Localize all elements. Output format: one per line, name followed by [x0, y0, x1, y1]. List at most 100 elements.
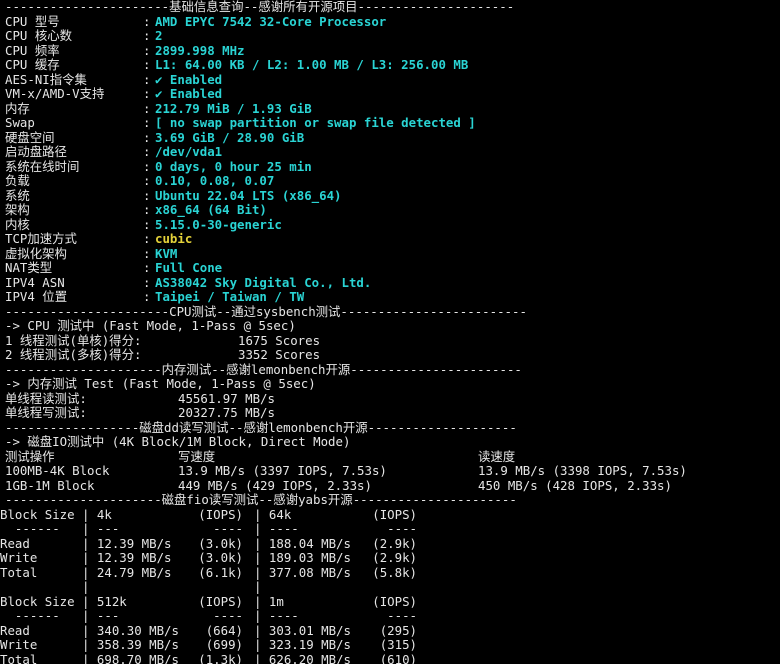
dd-op: 100MB-4K Block — [5, 463, 110, 478]
fio-cell: (IOPS) — [198, 506, 243, 522]
info-label: 启动盘路径 — [5, 144, 67, 159]
fio-row: Write | 12.39 MB/s (3.0k) | 189.03 MB/s (2.9… — [0, 550, 780, 566]
fio-cell: (3.0k) — [198, 550, 243, 565]
fio-cell: (6.1k) — [198, 564, 243, 580]
info-value: x86_64 (64 Bit) — [155, 202, 267, 217]
info-label: 虚拟化架构 — [5, 245, 67, 261]
info-label: CPU 型号 — [5, 13, 60, 29]
fio-row: ------ | --- ---- | ---- ---- — [0, 608, 780, 624]
cpu-score-row: 1 线程测试(单核)得分: 1675 Scores — [0, 332, 780, 349]
fio-cell: (2.9k) — [372, 550, 417, 565]
info-value: 0.10, 0.08, 0.07 — [155, 173, 275, 188]
fio-cell: | 340.30 MB/s — [82, 622, 179, 638]
cpu-score-label: 2 线程测试(多核)得分: — [5, 347, 142, 362]
header-text: ----------------------CPU测试--通过sysbench测… — [5, 303, 527, 319]
fio-cell: (IOPS) — [198, 593, 243, 609]
info-separator: : — [143, 289, 151, 304]
fio-cell: (2.9k) — [372, 535, 417, 551]
header-text: ----------------------基础信息查询--感谢所有开源项目--… — [5, 0, 515, 14]
info-separator: : — [143, 260, 151, 275]
fio-cell: Write — [0, 550, 38, 565]
info-label: CPU 频率 — [5, 42, 60, 58]
info-value: /dev/vda1 — [155, 144, 223, 159]
section-header-cpu: ----------------------CPU测试--通过sysbench测… — [0, 303, 780, 320]
fio-cell: (664) — [205, 622, 243, 638]
info-row: 内核:5.15.0-30-generic — [0, 217, 780, 233]
section-header-basic: ----------------------基础信息查询--感谢所有开源项目--… — [0, 0, 780, 15]
fio-cell: (699) — [205, 637, 243, 652]
info-label: IPV4 ASN — [5, 274, 65, 290]
memory-label: 单线程写测试: — [5, 405, 87, 420]
fio-cell: ---- — [387, 608, 417, 623]
fio-cell: ---- — [213, 608, 243, 623]
info-label: 架构 — [5, 202, 30, 217]
fio-cell: | 4k — [82, 506, 112, 522]
info-row: AES-NI指令集: ✔ Enabled — [0, 71, 780, 88]
info-separator: : — [143, 86, 151, 101]
info-row: 虚拟化架构: KVM — [0, 245, 780, 262]
fio-cell: | ---- — [254, 608, 299, 623]
info-value: 2899.998 MHz — [155, 42, 245, 58]
fio-cell: | 377.08 MB/s — [254, 564, 351, 580]
info-label: 系统在线时间 — [5, 158, 80, 174]
disk-dd-mode-line: -> 磁盘IO测试中 (4K Block/1M Block, Direct Mo… — [0, 434, 780, 450]
header-text: ---------------------磁盘fio读写测试--感谢yabs开源… — [5, 492, 517, 507]
memory-row: 单线程读测试: 45561.97 MB/s — [0, 390, 780, 407]
cpu-score-value: 1675 Scores — [238, 332, 321, 348]
info-row: CPU 核心数:2 — [0, 28, 780, 44]
fio-cell: | --- — [82, 608, 120, 623]
info-label: VM-x/AMD-V支持 — [5, 86, 105, 101]
fio-cell: | 1m — [254, 593, 284, 609]
info-separator: : — [143, 57, 151, 72]
info-row: 硬盘空间:3.69 GiB / 28.90 GiB — [0, 130, 780, 146]
info-separator: : — [143, 71, 151, 87]
info-row: IPV4 位置: Taipei / Taiwan / TW — [0, 289, 780, 305]
info-value: AS38042 Sky Digital Co., Ltd. — [155, 274, 372, 290]
info-label: Swap — [5, 115, 35, 130]
mode-text: -> 磁盘IO测试中 (4K Block/1M Block, Direct Mo… — [5, 434, 351, 449]
fio-row: Total | 24.79 MB/s (6.1k) | 377.08 MB/s (5.8… — [0, 564, 780, 581]
info-separator: : — [143, 115, 151, 130]
fio-cell: Total — [0, 564, 38, 580]
info-value: [ no swap partition or swap file detecte… — [155, 115, 476, 130]
info-separator: : — [143, 28, 151, 43]
info-row: CPU 频率:2899.998 MHz — [0, 42, 780, 59]
disk-dd-column-headers: 测试操作 写速度 读速度 — [0, 448, 780, 465]
disk-dd-row: 100MB-4K Block 13.9 MB/s (3397 IOPS, 7.53… — [0, 463, 780, 479]
fio-row: ------ | --- ---- | ---- ---- — [0, 521, 780, 537]
fio-cell: | ---- — [254, 521, 299, 536]
info-value: 212.79 MiB / 1.93 GiB — [155, 100, 312, 116]
fio-cell: ------ — [0, 521, 60, 536]
info-separator: : — [143, 231, 151, 246]
fio-row: Total | 698.70 MB/s (1.3k) | 626.20 MB/s (61… — [0, 652, 780, 664]
info-separator: : — [143, 13, 151, 29]
info-label: 内存 — [5, 100, 30, 116]
info-row: 系统在线时间:0 days, 0 hour 25 min — [0, 158, 780, 175]
mode-text: -> CPU 测试中 (Fast Mode, 1-Pass @ 5sec) — [5, 318, 296, 333]
info-label: 负载 — [5, 173, 30, 188]
info-value: Taipei / Taiwan / TW — [155, 289, 305, 304]
info-separator: : — [143, 100, 151, 116]
info-value: ✔ Enabled — [155, 71, 223, 87]
info-row: Swap: [ no swap partition or swap file de… — [0, 115, 780, 131]
fio-cell: (IOPS) — [372, 593, 417, 609]
info-row: CPU 缓存: L1: 64.00 KB / L2: 1.00 MB / L3: … — [0, 57, 780, 73]
info-separator: : — [143, 274, 151, 290]
info-label: CPU 缓存 — [5, 57, 60, 72]
fio-cell: Block Size — [0, 593, 75, 609]
fio-cell: | 189.03 MB/s — [254, 550, 351, 565]
fio-cell: | 188.04 MB/s — [254, 535, 351, 551]
memory-label: 单线程读测试: — [5, 390, 87, 406]
info-row: CPU 型号: AMD EPYC 7542 32-Core Processor — [0, 13, 780, 30]
col-op: 测试操作 — [5, 448, 55, 464]
info-label: TCP加速方式 — [5, 231, 77, 246]
fio-cell: | 358.39 MB/s — [82, 637, 179, 652]
fio-cell: (295) — [379, 622, 417, 638]
info-row: TCP加速方式: cubic — [0, 231, 780, 247]
info-value: ✔ Enabled — [155, 86, 223, 101]
fio-cell: Read — [0, 622, 30, 638]
info-value: L1: 64.00 KB / L2: 1.00 MB / L3: 256.00 … — [155, 57, 469, 72]
info-separator: : — [143, 173, 151, 188]
dd-write: 449 MB/s (429 IOPS, 2.33s) — [178, 477, 372, 493]
info-row: IPV4 ASN: AS38042 Sky Digital Co., Ltd. — [0, 274, 780, 291]
